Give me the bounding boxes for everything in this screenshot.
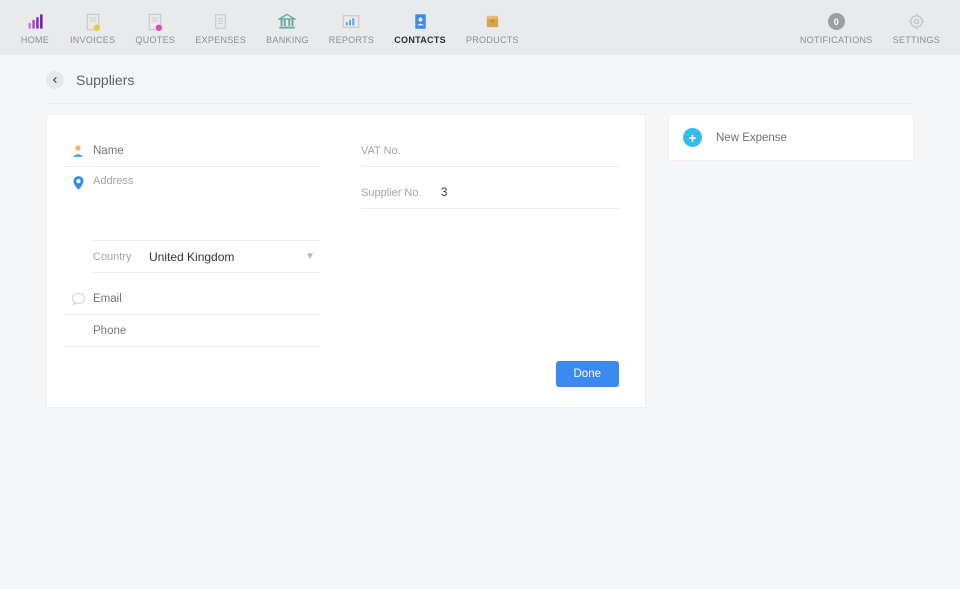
phone-input[interactable] — [93, 325, 321, 337]
contacts-icon — [413, 11, 428, 33]
back-button[interactable] — [46, 71, 64, 89]
notifications-badge-icon: 0 — [828, 11, 845, 33]
speech-icon — [63, 292, 93, 306]
email-input[interactable] — [93, 293, 321, 305]
nav-products-label: PRODUCTS — [466, 35, 519, 45]
nav-reports[interactable]: REPORTS — [319, 11, 384, 45]
nav-expenses-label: EXPENSES — [195, 35, 246, 45]
receipt-icon — [213, 11, 228, 33]
name-row — [63, 135, 321, 167]
notifications-count: 0 — [828, 13, 845, 30]
nav-contacts-label: CONTACTS — [394, 35, 446, 45]
country-row[interactable]: Country United Kingdom ▼ — [93, 241, 321, 273]
name-input[interactable] — [93, 145, 321, 157]
person-icon — [63, 144, 93, 158]
vat-input[interactable] — [441, 145, 619, 157]
page-title: Suppliers — [76, 72, 134, 88]
new-expense-card[interactable]: + New Expense — [668, 114, 914, 161]
nav-products[interactable]: PRODUCTS — [456, 11, 529, 45]
vat-row: VAT No. — [361, 135, 619, 167]
gear-icon — [908, 11, 925, 33]
nav-right: 0 NOTIFICATIONS SETTINGS — [790, 11, 950, 45]
supplier-form-card: Address Country United Kingdom ▼ — [46, 114, 646, 408]
box-icon — [485, 11, 500, 33]
nav-invoices[interactable]: INVOICES — [60, 11, 125, 45]
nav-settings[interactable]: SETTINGS — [883, 11, 950, 45]
new-expense-label: New Expense — [716, 132, 787, 144]
nav-banking[interactable]: BANKING — [256, 11, 319, 45]
country-value: United Kingdom — [149, 250, 305, 264]
country-label: Country — [93, 251, 149, 263]
supplier-no-input[interactable] — [441, 187, 619, 199]
done-row: Done — [556, 361, 620, 387]
phone-row — [63, 315, 321, 347]
nav-contacts[interactable]: CONTACTS — [384, 11, 456, 45]
nav-home-label: HOME — [21, 35, 49, 45]
nav-home[interactable]: HOME — [10, 11, 60, 45]
nav-quotes-label: QUOTES — [135, 35, 175, 45]
bank-icon — [278, 11, 296, 33]
done-button[interactable]: Done — [556, 361, 620, 387]
address-input[interactable] — [93, 189, 321, 237]
nav-banking-label: BANKING — [266, 35, 309, 45]
form-right-column: VAT No. Supplier No. — [361, 135, 619, 347]
form-left-column: Address Country United Kingdom ▼ — [63, 135, 321, 347]
supplier-no-label: Supplier No. — [361, 187, 441, 199]
vat-label: VAT No. — [361, 145, 441, 157]
invoice-icon — [85, 11, 101, 33]
chart-bars-icon — [27, 11, 44, 33]
chevron-down-icon: ▼ — [305, 251, 315, 262]
email-row — [63, 283, 321, 315]
plus-icon: + — [683, 128, 702, 147]
nav-expenses[interactable]: EXPENSES — [185, 11, 256, 45]
supplier-no-row: Supplier No. — [361, 177, 619, 209]
pin-icon — [63, 167, 93, 273]
nav-quotes[interactable]: QUOTES — [125, 11, 185, 45]
breadcrumb: Suppliers — [46, 71, 914, 104]
nav-notifications-label: NOTIFICATIONS — [800, 35, 873, 45]
nav-invoices-label: INVOICES — [70, 35, 115, 45]
nav-notifications[interactable]: 0 NOTIFICATIONS — [790, 11, 883, 45]
quote-icon — [147, 11, 163, 33]
report-icon — [342, 11, 360, 33]
main-area: Address Country United Kingdom ▼ — [46, 114, 914, 408]
content-area: Suppliers Address — [0, 55, 960, 408]
nav-left: HOME INVOICES QUOTES EXPENSES BANKING — [10, 11, 529, 45]
nav-settings-label: SETTINGS — [893, 35, 940, 45]
chevron-left-icon — [51, 76, 59, 84]
top-navigation: HOME INVOICES QUOTES EXPENSES BANKING — [0, 0, 960, 55]
address-label: Address — [93, 167, 321, 189]
nav-reports-label: REPORTS — [329, 35, 374, 45]
address-row: Address Country United Kingdom ▼ — [63, 167, 321, 273]
